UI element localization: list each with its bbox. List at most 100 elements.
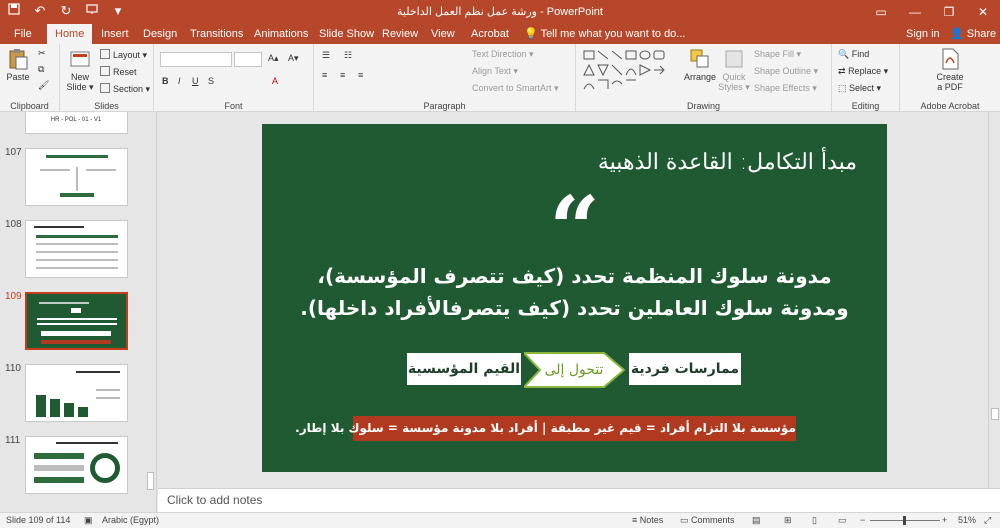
- ribbon-display-icon[interactable]: ▭: [864, 0, 898, 24]
- slide-footer-bar[interactable]: مؤسسة بلا التزام أفراد = قيم غير مطبقة |…: [295, 416, 796, 441]
- underline-icon[interactable]: U: [192, 76, 199, 86]
- slide-body-text[interactable]: مدونة سلوك المنظمة تحدد (كيف تتصرف المؤس…: [262, 260, 887, 324]
- reset-button[interactable]: Reset: [100, 66, 137, 77]
- create-pdf-button[interactable]: Create a PDF: [930, 48, 970, 92]
- find-button[interactable]: 🔍 Find: [838, 49, 869, 60]
- layout-button[interactable]: Layout ▾: [100, 49, 147, 61]
- institutional-values-box[interactable]: القيم المؤسسية: [407, 353, 521, 385]
- comments-toggle-label: Comments: [691, 515, 735, 525]
- text-direction-button[interactable]: Text Direction ▾: [472, 49, 534, 60]
- editor-scroll-thumb[interactable]: [991, 408, 999, 420]
- shapes-gallery[interactable]: [582, 49, 678, 91]
- slide-thumbnail-110[interactable]: [25, 364, 128, 422]
- current-slide[interactable]: مبدأ التكامل: القاعدة الذهبية “ مدونة سل…: [262, 124, 887, 472]
- shape-effects-label: Shape Effects ▾: [754, 83, 817, 93]
- italic-icon[interactable]: I: [178, 76, 181, 86]
- tab-view[interactable]: View: [423, 24, 463, 44]
- slide-thumbnail-107[interactable]: [25, 148, 128, 206]
- spellcheck-icon[interactable]: ▣: [84, 515, 93, 526]
- quick-styles-button[interactable]: Quick Styles ▾: [718, 48, 750, 93]
- select-button[interactable]: ⬚ Select ▾: [838, 83, 881, 94]
- reading-view-icon[interactable]: ▯: [812, 515, 817, 526]
- format-painter-icon[interactable]: 🖌: [38, 80, 49, 91]
- align-left-icon[interactable]: ≡: [322, 70, 327, 80]
- shape-outline-button[interactable]: Shape Outline ▾: [754, 66, 818, 77]
- slide-thumbnail-106[interactable]: HR - POL - 01 - V1: [25, 112, 128, 134]
- notes-pane[interactable]: Click to add notes: [158, 488, 1000, 512]
- tab-home[interactable]: Home: [47, 24, 93, 44]
- tab-design[interactable]: Design: [135, 24, 185, 44]
- grow-font-icon[interactable]: A▴: [268, 53, 279, 64]
- font-color-icon[interactable]: A: [272, 76, 278, 86]
- section-button[interactable]: Section ▾: [100, 83, 150, 95]
- tab-animations[interactable]: Animations: [246, 24, 316, 44]
- font-size-combo[interactable]: [234, 52, 262, 67]
- tab-transitions[interactable]: Transitions: [182, 24, 251, 44]
- align-text-button[interactable]: Align Text ▾: [472, 66, 518, 77]
- drawing-group: Arrange Quick Styles ▾ Shape Fill ▾ Shap…: [576, 44, 832, 112]
- find-label: Find: [851, 49, 870, 59]
- individual-practices-box[interactable]: ممارسات فردية: [629, 353, 741, 385]
- cut-icon[interactable]: ✂: [38, 48, 46, 59]
- numbering-icon[interactable]: ☷: [344, 50, 352, 61]
- shrink-font-icon[interactable]: A▾: [288, 53, 299, 64]
- zoom-slider-knob[interactable]: [903, 516, 906, 525]
- tab-slide-show[interactable]: Slide Show: [311, 24, 382, 44]
- arrange-button[interactable]: Arrange: [682, 48, 718, 82]
- slide-sorter-icon[interactable]: ⊞: [784, 515, 792, 526]
- tell-me-search[interactable]: 💡 Tell me what you want to do...: [524, 24, 685, 44]
- bold-icon[interactable]: B: [162, 76, 169, 86]
- slide-thumbnail-111[interactable]: [25, 436, 128, 494]
- copy-icon[interactable]: ⧉: [38, 64, 44, 75]
- zoom-in-icon[interactable]: +: [942, 515, 947, 525]
- shape-fill-button[interactable]: Shape Fill ▾: [754, 49, 801, 60]
- thumb-scale-post: [76, 167, 78, 191]
- font-name-combo[interactable]: [160, 52, 232, 67]
- close-icon[interactable]: ✕: [966, 0, 1000, 24]
- sign-in-link[interactable]: Sign in: [906, 24, 940, 44]
- new-slide-button[interactable]: New Slide ▾: [64, 48, 96, 93]
- font-label: Font: [224, 101, 243, 111]
- center-icon[interactable]: ≡: [340, 70, 345, 80]
- shape-effects-button[interactable]: Shape Effects ▾: [754, 83, 817, 94]
- thumbnails-scrollbar[interactable]: [145, 112, 156, 512]
- tab-insert[interactable]: Insert: [93, 24, 137, 44]
- ribbon-tabs: File Home Insert Design Transitions Anim…: [0, 24, 1000, 44]
- zoom-level[interactable]: 51%: [958, 515, 976, 525]
- slideshow-view-icon[interactable]: ▭: [838, 515, 847, 526]
- fit-to-window-icon[interactable]: ⤢: [984, 515, 991, 526]
- share-button[interactable]: 👤 Share: [950, 24, 996, 44]
- slide-thumbnail-109[interactable]: [25, 292, 128, 350]
- language-indicator[interactable]: Arabic (Egypt): [102, 515, 159, 525]
- slide-thumbnail-108[interactable]: [25, 220, 128, 278]
- thumbnails-scroll-thumb[interactable]: [147, 472, 154, 490]
- convert-smartart-button[interactable]: Convert to SmartArt ▾: [472, 83, 559, 94]
- replace-button[interactable]: ⇄ Replace ▾: [838, 66, 888, 77]
- tab-acrobat[interactable]: Acrobat: [463, 24, 517, 44]
- notes-placeholder: Click to add notes: [167, 493, 263, 507]
- align-right-icon[interactable]: ≡: [358, 70, 363, 80]
- thumb-step-1: [36, 395, 46, 417]
- bullets-icon[interactable]: ☰: [322, 50, 330, 61]
- comments-toggle[interactable]: ▭ Comments: [680, 515, 735, 526]
- normal-view-icon[interactable]: ▤: [752, 515, 761, 526]
- editor-scrollbar[interactable]: [988, 112, 1000, 488]
- paste-button[interactable]: Paste: [4, 48, 32, 82]
- thumb-row-3: [36, 259, 118, 261]
- create-pdf-label-2: a PDF: [937, 82, 963, 92]
- thumbnail-number-111: 111: [5, 435, 21, 446]
- convert-smartart-label: Convert to SmartArt ▾: [472, 83, 559, 93]
- notes-toggle[interactable]: ≡ Notes: [632, 515, 663, 525]
- window-title: ورشة عمل نظم العمل الداخلية - PowerPoint: [397, 6, 603, 18]
- zoom-out-icon[interactable]: −: [860, 515, 865, 525]
- tab-review[interactable]: Review: [374, 24, 426, 44]
- tab-file[interactable]: File: [6, 24, 40, 44]
- drawing-label: Drawing: [686, 101, 720, 111]
- layout-label: Layout ▾: [113, 50, 148, 60]
- clipboard-group: Paste ✂ ⧉ 🖌 Clipboard: [0, 44, 60, 112]
- restore-icon[interactable]: ❐: [932, 0, 966, 24]
- minimize-icon[interactable]: —: [898, 0, 932, 24]
- thumb-row-4: [36, 267, 118, 269]
- shadow-icon[interactable]: S: [208, 76, 214, 86]
- slide-title[interactable]: مبدأ التكامل: القاعدة الذهبية: [598, 150, 857, 175]
